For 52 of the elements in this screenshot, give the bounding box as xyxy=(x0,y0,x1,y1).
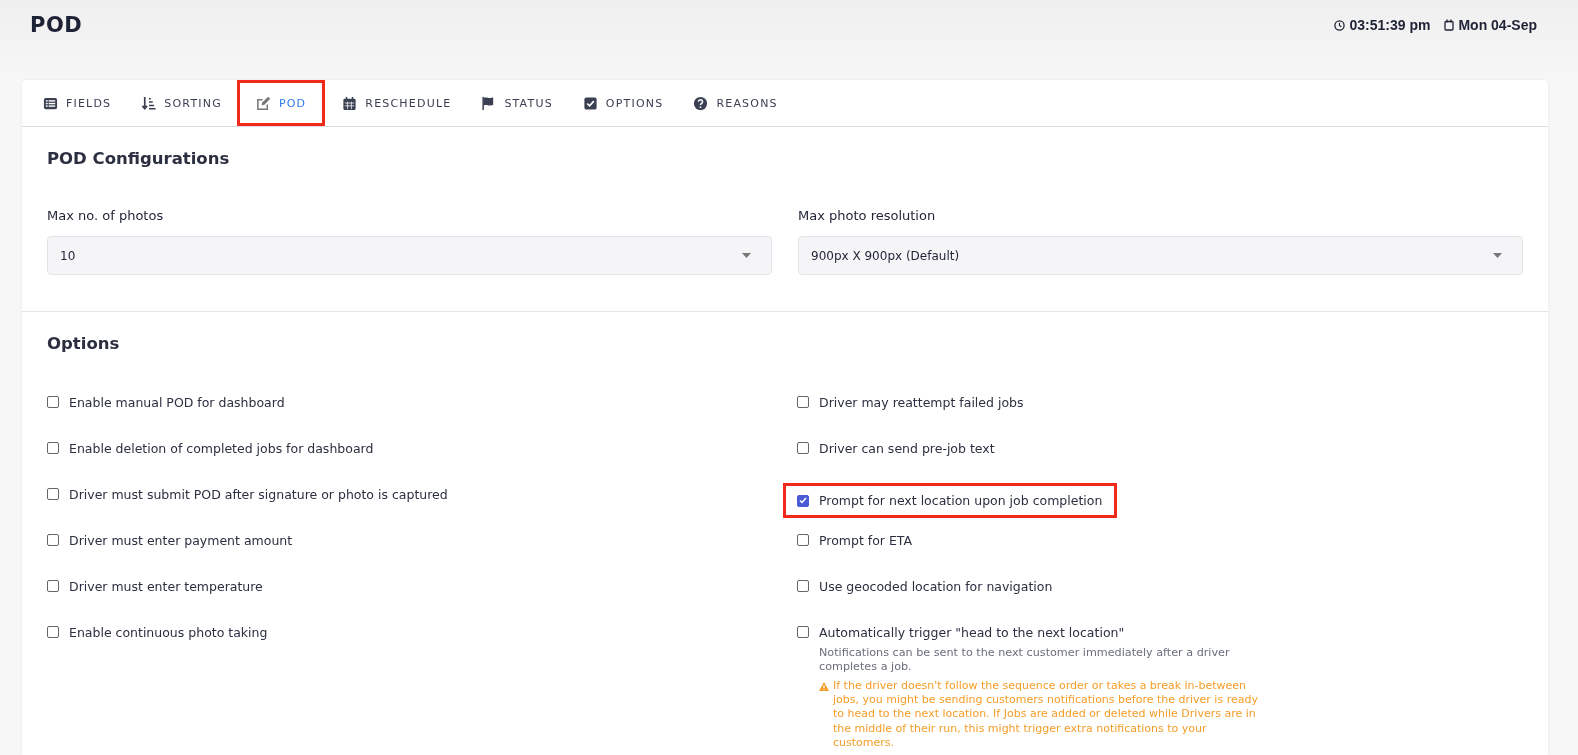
edit-icon xyxy=(255,95,271,111)
option-label: Use geocoded location for navigation xyxy=(819,578,1053,594)
checkbox[interactable] xyxy=(797,626,809,638)
option-label: Enable continuous photo taking xyxy=(69,624,268,640)
option-label: Driver can send pre-job text xyxy=(819,440,995,456)
calendar-icon xyxy=(342,95,358,111)
clock-icon xyxy=(1334,19,1346,31)
section-title: Options xyxy=(47,334,121,353)
field-label: Max no. of photos xyxy=(47,208,165,223)
calendar-icon xyxy=(1444,19,1455,31)
tab[interactable]: REASONS xyxy=(688,80,803,126)
tab[interactable]: FIELDS xyxy=(38,80,137,126)
tab[interactable]: POD xyxy=(236,80,326,126)
checkbox[interactable] xyxy=(47,580,59,592)
option-label: Enable manual POD for dashboard xyxy=(69,394,285,410)
field-label: Max photo resolution xyxy=(798,208,937,223)
current-date: Mon 04-Sep xyxy=(1458,17,1537,33)
option-label: Driver must enter temperature xyxy=(69,578,263,594)
option-label: Driver may reattempt failed jobs xyxy=(819,394,1024,410)
section-title: POD Configurations xyxy=(47,149,231,168)
warning-text: If the driver doesn't follow the sequence order or takes a break in-between jobs, you might be sending customers notifications before the driver is ready to head to the next location. If Jobs are added or deleted while Drivers are in the middle of their run, this might trigger extra notifications to your customers. xyxy=(833,678,1259,751)
checkbox[interactable] xyxy=(797,396,809,408)
checkbox[interactable] xyxy=(797,442,809,454)
select-field[interactable]: 900px X 900px (Default) xyxy=(798,236,1523,275)
dropdown-caret-icon xyxy=(1493,253,1502,258)
checkbox-icon xyxy=(582,95,598,111)
warning-icon xyxy=(819,681,829,691)
option-label: Prompt for next location upon job completion xyxy=(819,493,1103,508)
page-title: POD xyxy=(30,13,83,37)
option-description: Notifications can be sent to the next customer immediately after a driver completes a job. xyxy=(819,645,1231,675)
option-label: Driver must enter payment amount xyxy=(69,532,293,548)
current-time: 03:51:39 pm xyxy=(1349,17,1431,33)
option-label: Automatically trigger "head to the next location" xyxy=(819,624,1125,640)
option-label: Prompt for ETA xyxy=(819,532,913,548)
select-field[interactable]: 10 xyxy=(47,236,772,275)
checkbox[interactable] xyxy=(797,580,809,592)
checkbox[interactable] xyxy=(47,488,59,500)
dropdown-caret-icon xyxy=(742,253,751,258)
checkbox[interactable] xyxy=(797,534,809,546)
sort-icon xyxy=(141,95,157,111)
tab[interactable]: STATUS xyxy=(476,80,578,126)
option-label: Driver must submit POD after signature or photo is captured xyxy=(69,486,448,502)
checkbox[interactable] xyxy=(47,396,59,408)
list-icon xyxy=(43,95,58,111)
tab[interactable]: OPTIONS xyxy=(577,80,689,126)
checkbox[interactable] xyxy=(47,534,59,546)
checkbox[interactable] xyxy=(797,494,809,507)
checkbox[interactable] xyxy=(47,442,59,454)
question-icon xyxy=(693,95,709,111)
option-label: Enable deletion of completed jobs for dashboard xyxy=(69,440,374,456)
checkbox[interactable] xyxy=(47,626,59,638)
tab[interactable]: RESCHEDULE xyxy=(337,80,477,126)
